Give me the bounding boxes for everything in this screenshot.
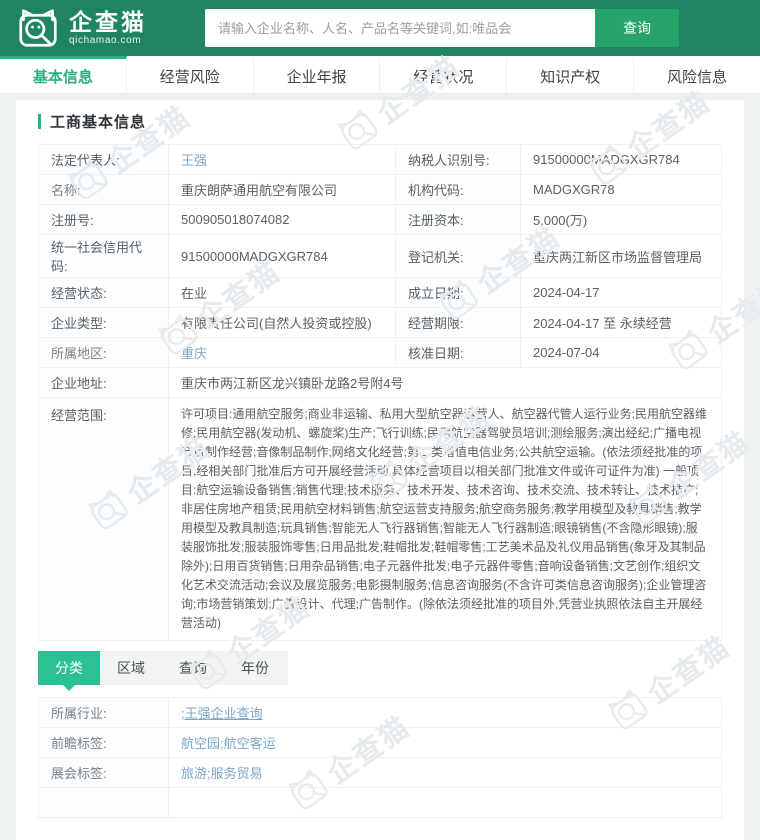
app-header: 企查猫 qichamao.com 查询 [0, 0, 760, 56]
tab-intellectual-property[interactable]: 知识产权 [507, 56, 635, 93]
value-registered-capital: 5,000(万) [520, 204, 722, 235]
value-credit-code: 91500000MADGXGR784 [168, 234, 396, 278]
label-org-code: 机构代码: [395, 174, 521, 205]
search-bar: 查询 [205, 9, 679, 47]
qianzhan-tag-link[interactable]: 航空客运 [224, 736, 276, 751]
industry-link[interactable]: ;王强企业查询 [181, 706, 263, 721]
label-company-type: 企业类型: [38, 307, 169, 338]
logo-domain: qichamao.com [69, 34, 142, 46]
value-qianzhan-tags: 航空园;航空客运 [168, 727, 722, 758]
filter-tab-query[interactable]: 查询 [162, 651, 224, 685]
value-business-scope: 许可项目:通用航空服务;商业非运输、私用大型航空器运营人、航空器代管人运行业务;… [168, 397, 722, 641]
table-row: 前瞻标签: 航空园;航空客运 [38, 727, 722, 758]
label-industry: 所属行业: [38, 697, 169, 728]
label-approval-date: 核准日期: [395, 337, 521, 368]
search-input[interactable] [205, 9, 595, 47]
label-credit-code: 统一社会信用代码: [38, 234, 169, 278]
tab-annual-report[interactable]: 企业年报 [254, 56, 381, 93]
value-company-address: 重庆市两江新区龙兴镇卧龙路2号附4号 [168, 367, 722, 398]
table-row: 法定代表人: 王强 纳税人识别号: 91500000MADGXGR784 [38, 144, 722, 175]
main-nav: 基本信息 经营风险 企业年报 经营状况 知识产权 风险信息 [0, 56, 760, 94]
qichamao-logo[interactable]: 企查猫 qichamao.com [16, 8, 147, 48]
qianzhan-tag-link[interactable]: 航空园 [181, 736, 220, 751]
label-company-address: 企业地址: [38, 367, 169, 398]
label-registration-number: 注册号: [38, 204, 169, 235]
content-card: 工商基本信息 法定代表人: 王强 纳税人识别号: 91500000MADGXGR… [16, 100, 744, 840]
section-header: 工商基本信息 [16, 100, 744, 140]
label-business-term: 经营期限: [395, 307, 521, 338]
value-registration-authority: 重庆两江新区市场监督管理局 [520, 234, 722, 278]
value-region: 重庆 [168, 337, 396, 368]
logo-title: 企查猫 [69, 9, 147, 36]
filter-tab-bar: 分类 区域 查询 年份 [38, 651, 288, 691]
tab-business-risk[interactable]: 经营风险 [127, 56, 254, 93]
value-company-name: 重庆朗萨通用航空有限公司 [168, 174, 396, 205]
label-business-status: 经营状态: [38, 277, 169, 308]
table-row: 所属行业: ;王强企业查询 [38, 697, 722, 728]
value-business-term: 2024-04-17 至 永续经营 [520, 307, 722, 338]
table-row [38, 787, 722, 818]
search-button[interactable]: 查询 [595, 9, 679, 47]
business-info-table: 法定代表人: 王强 纳税人识别号: 91500000MADGXGR784 名称:… [38, 144, 722, 641]
value-company-type: 有限责任公司(自然人投资或控股) [168, 307, 396, 338]
label-qianzhan-tags: 前瞻标签: [38, 727, 169, 758]
table-row: 注册号: 500905018074082 注册资本: 5,000(万) [38, 204, 722, 235]
label-business-scope: 经营范围: [38, 397, 169, 641]
table-row: 经营范围: 许可项目:通用航空服务;商业非运输、私用大型航空器运营人、航空器代管… [38, 397, 722, 641]
value-org-code: MADGXGR78 [520, 174, 722, 205]
value-taxpayer-id: 91500000MADGXGR784 [520, 144, 722, 175]
table-row: 统一社会信用代码: 91500000MADGXGR784 登记机关: 重庆两江新… [38, 234, 722, 278]
cat-magnifier-icon [16, 8, 60, 48]
label-taxpayer-id: 纳税人识别号: [395, 144, 521, 175]
label-registration-authority: 登记机关: [395, 234, 521, 278]
table-row: 展会标签: 旅游;服务贸易 [38, 757, 722, 788]
value-business-status: 在业 [168, 277, 396, 308]
filter-tab-year[interactable]: 年份 [224, 651, 286, 685]
value-approval-date: 2024-07-04 [520, 337, 722, 368]
table-row: 名称: 重庆朗萨通用航空有限公司 机构代码: MADGXGR78 [38, 174, 722, 205]
table-row: 企业类型: 有限责任公司(自然人投资或控股) 经营期限: 2024-04-17 … [38, 307, 722, 338]
region-link[interactable]: 重庆 [181, 346, 207, 361]
exhibition-tag-link[interactable]: 服务贸易 [211, 766, 263, 781]
label-registered-capital: 注册资本: [395, 204, 521, 235]
table-row: 企业地址: 重庆市两江新区龙兴镇卧龙路2号附4号 [38, 367, 722, 398]
value-establish-date: 2024-04-17 [520, 277, 722, 308]
label-exhibition-tags: 展会标签: [38, 757, 169, 788]
tab-risk-info[interactable]: 风险信息 [634, 56, 760, 93]
legal-representative-link[interactable]: 王强 [181, 153, 207, 168]
filter-tab-category[interactable]: 分类 [38, 651, 100, 685]
business-scope-text: 许可项目:通用航空服务;商业非运输、私用大型航空器运营人、航空器代管人运行业务;… [181, 407, 708, 630]
value-exhibition-tags: 旅游;服务贸易 [168, 757, 722, 788]
label-establish-date: 成立日期: [395, 277, 521, 308]
filter-tab-region[interactable]: 区域 [100, 651, 162, 685]
table-row: 所属地区: 重庆 核准日期: 2024-07-04 [38, 337, 722, 368]
active-filter-pointer [63, 685, 75, 691]
next-row-sliver [168, 787, 722, 818]
next-row-sliver [38, 787, 169, 818]
tab-operating-status[interactable]: 经营状况 [380, 56, 508, 93]
value-registration-number: 500905018074082 [168, 204, 396, 235]
label-company-name: 名称: [38, 174, 169, 205]
section-accent-bar [38, 114, 41, 129]
exhibition-tag-link[interactable]: 旅游 [181, 766, 207, 781]
page-title: 工商基本信息 [50, 114, 147, 131]
table-row: 经营状态: 在业 成立日期: 2024-04-17 [38, 277, 722, 308]
tab-basic-info[interactable]: 基本信息 [0, 56, 127, 93]
label-legal-representative: 法定代表人: [38, 144, 169, 175]
value-legal-representative: 王强 [168, 144, 396, 175]
value-industry: ;王强企业查询 [168, 697, 722, 728]
label-region: 所属地区: [38, 337, 169, 368]
